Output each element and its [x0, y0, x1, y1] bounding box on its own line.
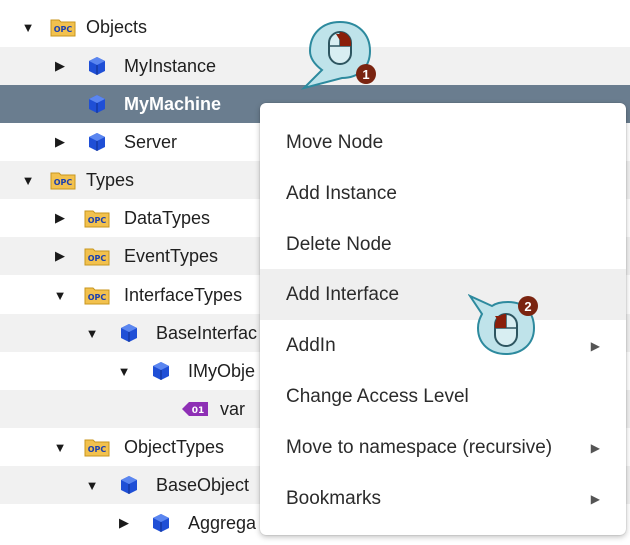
tree-row-label: var — [220, 398, 246, 419]
menu-item-label: AddIn — [286, 334, 336, 356]
menu-item-add-instance[interactable]: Add Instance — [260, 168, 626, 219]
menu-item-label: Move to namespace (recursive) — [286, 436, 553, 458]
menu-item-label: Delete Node — [286, 233, 392, 255]
menu-item-label: Bookmarks — [286, 487, 382, 509]
menu-item-bookmarks[interactable]: Bookmarks ▶ — [260, 473, 626, 524]
expand-caret-icon[interactable]: ▼ — [84, 325, 100, 341]
svg-text:OPC: OPC — [54, 178, 73, 187]
tree-row-label: DataTypes — [124, 207, 211, 228]
object-cube-icon — [86, 131, 108, 153]
svg-text:01: 01 — [192, 406, 205, 416]
menu-item-label: Change Access Level — [286, 385, 469, 407]
object-cube-icon — [150, 360, 172, 382]
expand-caret-icon[interactable]: ▼ — [20, 19, 36, 35]
expand-caret-icon[interactable]: ▼ — [52, 287, 68, 303]
callout-number-badge: 2 — [518, 296, 538, 316]
svg-text:OPC: OPC — [88, 216, 107, 225]
svg-text:OPC: OPC — [54, 25, 73, 34]
object-cube-icon — [150, 512, 172, 534]
object-cube-icon — [118, 322, 140, 344]
collapse-caret-icon[interactable]: ▶ — [52, 134, 68, 150]
tree-row-label: Objects — [86, 16, 148, 37]
menu-item-addin[interactable]: AddIn ▶ — [260, 320, 626, 371]
menu-item-move-to-namespace[interactable]: Move to namespace (recursive) ▶ — [260, 422, 626, 473]
menu-item-label: Move Node — [286, 131, 384, 153]
callout-2: 2 — [467, 288, 548, 364]
submenu-arrow-icon: ▶ — [590, 440, 600, 455]
callout-1: 1 — [300, 18, 380, 94]
expand-caret-icon[interactable]: ▼ — [116, 363, 132, 379]
tree-row-label: ObjectTypes — [124, 436, 225, 457]
tree-row-label: Server — [124, 131, 178, 152]
collapse-caret-icon[interactable]: ▶ — [52, 210, 68, 226]
tree-row-label: Types — [86, 169, 135, 190]
tree-row-label: BaseInterfac — [156, 322, 258, 343]
submenu-arrow-icon: ▶ — [590, 338, 600, 353]
callout-number-badge: 1 — [356, 64, 376, 84]
object-cube-icon — [86, 93, 108, 115]
svg-text:OPC: OPC — [88, 445, 107, 454]
tree-row-label: EventTypes — [124, 245, 219, 266]
expand-caret-icon[interactable]: ▼ — [84, 477, 100, 493]
svg-text:OPC: OPC — [88, 293, 107, 302]
context-menu: Move Node Add Instance Delete Node Add I… — [260, 103, 626, 535]
tree-row-label: Aggrega — [188, 512, 257, 533]
menu-item-label: Add Interface — [286, 283, 400, 305]
collapse-caret-icon[interactable]: ▶ — [52, 58, 68, 74]
tree-row-label: MyInstance — [124, 55, 217, 76]
menu-item-change-access-level[interactable]: Change Access Level — [260, 371, 626, 422]
collapse-caret-icon[interactable]: ▶ — [52, 248, 68, 264]
tree-row-label: IMyObje — [188, 360, 256, 381]
submenu-arrow-icon: ▶ — [590, 491, 600, 506]
opc-folder-icon: OPC — [84, 208, 110, 228]
menu-item-delete-node[interactable]: Delete Node — [260, 219, 626, 270]
tree-row-label: MyMachine — [124, 93, 222, 114]
object-cube-icon — [118, 474, 140, 496]
expand-caret-icon[interactable]: ▼ — [20, 172, 36, 188]
tree-row-label: BaseObject — [156, 474, 250, 495]
menu-item-label: Add Instance — [286, 182, 397, 204]
opc-folder-icon: OPC — [50, 170, 76, 190]
opc-folder-icon: OPC — [50, 17, 76, 37]
menu-item-add-interface[interactable]: Add Interface — [260, 269, 626, 320]
opc-folder-icon: OPC — [84, 246, 110, 266]
variable-tag-icon: 01 — [180, 398, 210, 420]
opc-folder-icon: OPC — [84, 285, 110, 305]
tree-row-label: InterfaceTypes — [124, 284, 243, 305]
svg-text:OPC: OPC — [88, 254, 107, 263]
menu-item-move-node[interactable]: Move Node — [260, 117, 626, 168]
expand-caret-icon[interactable]: ▼ — [52, 439, 68, 455]
opc-folder-icon: OPC — [84, 437, 110, 457]
object-cube-icon — [86, 55, 108, 77]
collapse-caret-icon[interactable]: ▶ — [116, 515, 132, 531]
